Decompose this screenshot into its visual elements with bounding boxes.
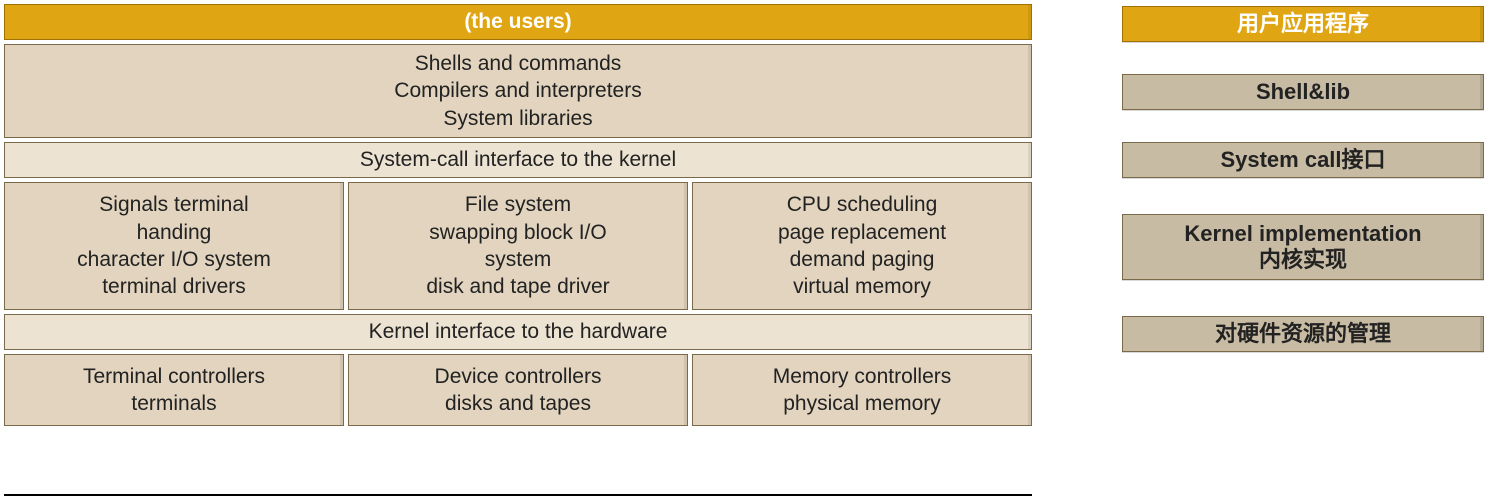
hw-c2-l2: disks and tapes (435, 390, 602, 417)
kernel-c1-l1: Signals terminal (77, 191, 271, 218)
hw-col-3: Memory controllers physical memory (692, 354, 1032, 426)
kernel-c3-l4: virtual memory (778, 273, 946, 300)
left-column: (the users) Shells and commands Compiler… (4, 4, 1032, 496)
layer-shell: Shells and commands Compilers and interp… (4, 44, 1032, 138)
hw-col-1: Terminal controllers terminals (4, 354, 344, 426)
label-users-text: 用户应用程序 (1237, 11, 1369, 37)
label-hardware: 对硬件资源的管理 (1122, 316, 1484, 352)
kernel-c1-l2: handing (77, 219, 271, 246)
hw-c3-l1: Memory controllers (773, 363, 952, 390)
shell-line-1: Shells and commands (394, 50, 641, 77)
label-syscall-text: System call接口 (1220, 147, 1385, 173)
label-users: 用户应用程序 (1122, 6, 1484, 42)
layer-hw-interface-label: Kernel interface to the hardware (369, 318, 668, 345)
diagram-container: (the users) Shells and commands Compiler… (4, 4, 1490, 496)
kernel-c3-l3: demand paging (778, 246, 946, 273)
kernel-col-3: CPU scheduling page replacement demand p… (692, 182, 1032, 310)
layer-syscall: System-call interface to the kernel (4, 142, 1032, 178)
shell-line-3: System libraries (394, 105, 641, 132)
kernel-c2-l3: system (426, 246, 609, 273)
label-kernel: Kernel implementation 内核实现 (1122, 214, 1484, 280)
layer-shell-text: Shells and commands Compilers and interp… (394, 50, 641, 132)
label-hardware-text: 对硬件资源的管理 (1215, 321, 1391, 347)
kernel-c1-l4: terminal drivers (77, 273, 271, 300)
layer-syscall-label: System-call interface to the kernel (360, 146, 676, 173)
hw-c2-l1: Device controllers (435, 363, 602, 390)
label-syscall: System call接口 (1122, 142, 1484, 178)
kernel-c2-l1: File system (426, 191, 609, 218)
kernel-col-2: File system swapping block I/O system di… (348, 182, 688, 310)
hw-c1-l2: terminals (83, 390, 265, 417)
right-column: 用户应用程序 Shell&lib System call接口 Kernel im… (1032, 4, 1490, 496)
hw-col-2: Device controllers disks and tapes (348, 354, 688, 426)
layer-hw-interface: Kernel interface to the hardware (4, 314, 1032, 350)
layer-kernel-row: Signals terminal handing character I/O s… (4, 182, 1032, 310)
shell-line-2: Compilers and interpreters (394, 77, 641, 104)
label-kernel-text-1: Kernel implementation (1184, 221, 1421, 247)
label-kernel-text-2: 内核实现 (1184, 247, 1421, 273)
hw-c3-l2: physical memory (773, 390, 952, 417)
kernel-c2-l4: disk and tape driver (426, 273, 609, 300)
kernel-c2-l2: swapping block I/O (426, 219, 609, 246)
label-shell-text: Shell&lib (1256, 79, 1350, 105)
kernel-c1-l3: character I/O system (77, 246, 271, 273)
kernel-col-1: Signals terminal handing character I/O s… (4, 182, 344, 310)
layer-hardware-row: Terminal controllers terminals Device co… (4, 354, 1032, 426)
layer-users: (the users) (4, 4, 1032, 40)
layer-users-label: (the users) (464, 8, 571, 35)
kernel-c3-l1: CPU scheduling (778, 191, 946, 218)
label-shell: Shell&lib (1122, 74, 1484, 110)
kernel-c3-l2: page replacement (778, 219, 946, 246)
hw-c1-l1: Terminal controllers (83, 363, 265, 390)
